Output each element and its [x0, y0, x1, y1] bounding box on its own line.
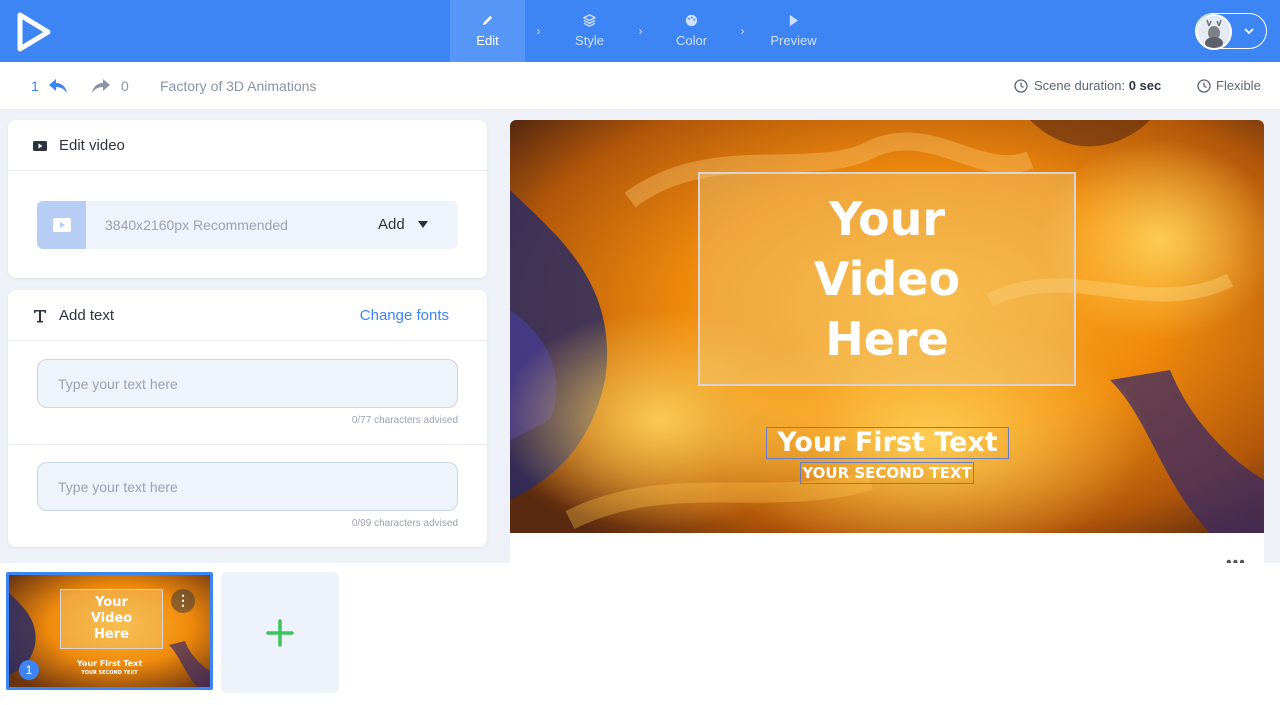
- chevron-down-icon: [1244, 28, 1254, 35]
- step-separator-icon: ›: [536, 24, 541, 38]
- workspace: Edit video 3840x2160px Recommended Add A…: [0, 110, 1280, 563]
- scene-duration-label: Scene duration:: [1034, 78, 1126, 93]
- scene-preview: Your Video Here Your First Text YOUR SEC…: [510, 120, 1264, 533]
- video-placeholder-text: Your Video Here: [813, 192, 961, 366]
- avatar: [1196, 14, 1232, 50]
- add-text-header: Add text Change fonts: [8, 290, 487, 341]
- video-placeholder[interactable]: Your Video Here: [698, 172, 1076, 386]
- second-text-char-hint: 0/99 characters advised: [351, 518, 458, 529]
- second-text-input[interactable]: [37, 462, 458, 511]
- edit-video-title: Edit video: [59, 137, 125, 154]
- clock-icon: [1197, 79, 1211, 93]
- preview-footer: [510, 533, 1264, 563]
- step-style-label: Style: [575, 33, 604, 48]
- undo-count: 1: [31, 78, 39, 94]
- scene-duration-value: 0 sec: [1128, 78, 1162, 93]
- layers-icon: [583, 14, 596, 27]
- step-nav: Edit › Style › Color › Preview: [450, 0, 831, 62]
- app-logo-icon[interactable]: [16, 12, 52, 52]
- thumbnail-video-placeholder: Your Video Here: [60, 589, 163, 649]
- step-edit-label: Edit: [476, 33, 499, 48]
- redo-count: 0: [121, 78, 129, 94]
- clock-icon: [1014, 79, 1028, 93]
- step-color-label: Color: [675, 33, 708, 48]
- scene-number-badge: 1: [19, 660, 39, 680]
- text-icon: [34, 310, 46, 323]
- step-edit[interactable]: Edit: [450, 0, 525, 62]
- project-title[interactable]: Factory of 3D Animations: [160, 78, 316, 94]
- caret-down-icon[interactable]: [418, 221, 428, 229]
- edit-video-panel: Edit video 3840x2160px Recommended Add: [8, 120, 487, 278]
- plus-icon: [266, 618, 294, 647]
- pencil-icon: [482, 15, 493, 26]
- step-separator-icon: ›: [740, 24, 745, 38]
- edit-video-header: Edit video: [8, 120, 487, 171]
- scene-thumbnail[interactable]: Your Video Here Your First Text YOUR SEC…: [6, 572, 213, 690]
- add-text-title: Add text: [59, 307, 115, 324]
- first-text-char-hint: 0/77 characters advised: [351, 415, 458, 426]
- step-preview-label: Preview: [770, 33, 817, 48]
- thumbnail-video-text: Your Video Here: [90, 595, 133, 642]
- step-color[interactable]: Color: [654, 0, 729, 62]
- scene-duration: Scene duration: 0 sec: [1034, 78, 1161, 93]
- first-text-input[interactable]: [37, 359, 458, 408]
- step-separator-icon: ›: [638, 24, 643, 38]
- add-video-button[interactable]: Add: [378, 216, 405, 233]
- top-bar: Edit › Style › Color › Preview: [0, 0, 1280, 62]
- palette-icon: [685, 14, 698, 27]
- deer-avatar-icon: [1198, 16, 1230, 48]
- play-icon: [789, 14, 799, 27]
- scene-menu-icon[interactable]: ⋮: [171, 589, 195, 613]
- flexible-toggle[interactable]: Flexible: [1216, 78, 1261, 93]
- add-scene-button[interactable]: [221, 572, 339, 693]
- second-text-layer[interactable]: YOUR SECOND TEXT: [800, 462, 974, 484]
- user-menu-button[interactable]: [1195, 13, 1267, 50]
- video-icon: [33, 141, 47, 151]
- redo-icon[interactable]: [90, 77, 112, 95]
- thumbnail-first-text: Your First Text: [76, 659, 143, 668]
- step-style[interactable]: Style: [552, 0, 627, 62]
- video-upload-field[interactable]: 3840x2160px Recommended Add: [37, 201, 458, 249]
- text-field-1-block: 0/77 characters advised: [8, 342, 487, 445]
- upload-resolution-hint: 3840x2160px Recommended: [105, 217, 288, 233]
- step-preview[interactable]: Preview: [756, 0, 831, 62]
- text-field-2-block: 0/99 characters advised: [8, 445, 487, 547]
- scenes-strip: Your Video Here Your First Text YOUR SEC…: [0, 563, 1280, 705]
- undo-icon[interactable]: [47, 77, 69, 95]
- history-bar: 1 0 Factory of 3D Animations Scene durat…: [0, 62, 1280, 110]
- change-fonts-link[interactable]: Change fonts: [360, 307, 449, 324]
- first-text-layer[interactable]: Your First Text: [766, 427, 1009, 459]
- video-thumb-icon: [37, 201, 86, 249]
- add-text-panel: Add text Change fonts 0/77 characters ad…: [8, 290, 487, 547]
- thumbnail-second-text: YOUR SECOND TEXT: [81, 670, 138, 676]
